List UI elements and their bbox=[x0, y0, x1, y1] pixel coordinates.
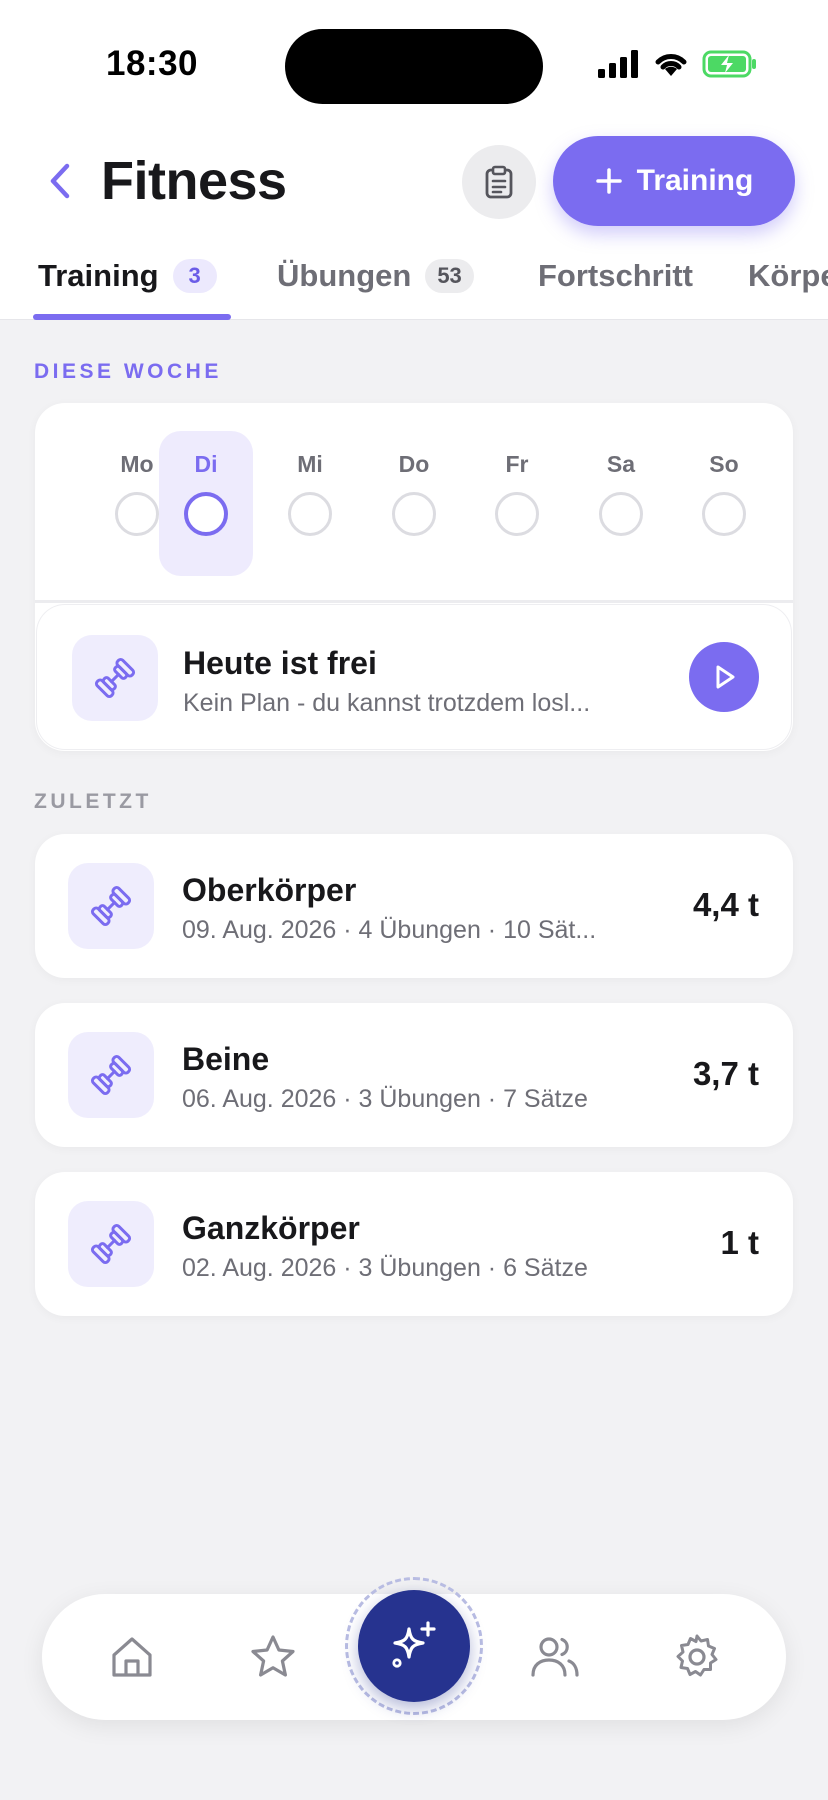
today-title: Heute ist frei bbox=[183, 645, 377, 681]
sparkles-icon bbox=[392, 1621, 436, 1668]
week-card: Mo Di Mi Do Fr Sa So Heute ist frei Kein… bbox=[35, 403, 793, 751]
nav-home[interactable] bbox=[102, 1627, 162, 1687]
day-status-circle bbox=[599, 492, 643, 536]
tab-fortschritt-label: Fortschritt bbox=[538, 258, 693, 293]
dumbbell-icon bbox=[90, 885, 132, 927]
day-label: Do bbox=[398, 451, 430, 477]
users-icon bbox=[531, 1637, 579, 1677]
day-so[interactable]: So bbox=[677, 431, 771, 576]
workout-volume: 4,4 t bbox=[692, 886, 759, 923]
recent-workout-item[interactable]: Oberkörper 09. Aug. 2026 · 4 Übungen · 1… bbox=[35, 834, 793, 978]
day-status-circle bbox=[288, 492, 332, 536]
tab-koerper[interactable]: Körpe bbox=[748, 258, 828, 294]
star-icon bbox=[251, 1635, 295, 1677]
add-training-button[interactable]: Training bbox=[553, 136, 795, 226]
recent-workout-item[interactable]: Beine 06. Aug. 2026 · 3 Übungen · 7 Sätz… bbox=[35, 1003, 793, 1147]
battery-charging-icon bbox=[702, 50, 756, 78]
tab-bar: Training 3 Übungen 53 Fortschritt Körpe bbox=[0, 250, 828, 320]
nav-people[interactable] bbox=[525, 1627, 585, 1687]
settings-icon bbox=[676, 1634, 718, 1677]
workout-subtitle: 09. Aug. 2026 · 4 Übungen · 10 Sät... bbox=[182, 916, 597, 944]
status-time: 18:30 bbox=[106, 44, 199, 83]
tab-training-label: Training bbox=[38, 258, 159, 293]
today-card[interactable]: Heute ist frei Kein Plan - du kannst tro… bbox=[37, 605, 791, 749]
workout-icon-box bbox=[68, 1032, 154, 1118]
chevron-left-icon bbox=[50, 163, 70, 199]
recent-workout-item[interactable]: Ganzkörper 02. Aug. 2026 · 3 Übungen · 6… bbox=[35, 1172, 793, 1316]
play-icon bbox=[716, 665, 735, 689]
dumbbell-icon bbox=[90, 1054, 132, 1096]
add-training-label: Training bbox=[636, 164, 754, 197]
day-status-circle bbox=[184, 492, 228, 536]
day-label: Mi bbox=[297, 451, 323, 477]
workout-title: Beine bbox=[182, 1041, 270, 1077]
day-status-circle bbox=[115, 492, 159, 536]
workout-title: Ganzkörper bbox=[182, 1210, 360, 1246]
workout-title: Oberkörper bbox=[182, 872, 357, 908]
plans-button[interactable] bbox=[462, 145, 536, 219]
workout-volume: 3,7 t bbox=[692, 1055, 759, 1092]
status-icons bbox=[598, 50, 758, 78]
tab-uebungen-label: Übungen bbox=[277, 258, 412, 293]
day-fr[interactable]: Fr bbox=[470, 431, 564, 576]
wifi-icon bbox=[655, 54, 687, 76]
day-label: Fr bbox=[505, 451, 529, 477]
day-status-circle bbox=[702, 492, 746, 536]
nav-settings[interactable] bbox=[667, 1627, 727, 1687]
day-di[interactable]: Di bbox=[159, 431, 253, 576]
day-label: Di bbox=[194, 451, 218, 477]
tab-uebungen-badge: 53 bbox=[425, 259, 474, 293]
clipboard-icon bbox=[485, 165, 513, 199]
tab-training[interactable]: Training 3 bbox=[38, 258, 217, 294]
workout-icon-box bbox=[68, 1201, 154, 1287]
tab-uebungen[interactable]: Übungen 53 bbox=[277, 258, 474, 294]
day-do[interactable]: Do bbox=[367, 431, 461, 576]
assistant-button[interactable] bbox=[358, 1590, 470, 1702]
active-tab-indicator bbox=[33, 314, 231, 320]
home-icon bbox=[112, 1637, 152, 1677]
week-days: Mo Di Mi Do Fr Sa So bbox=[35, 403, 793, 603]
signal-icon bbox=[598, 50, 638, 78]
section-label-week: DIESE WOCHE bbox=[34, 360, 222, 383]
plus-icon bbox=[595, 168, 622, 194]
dumbbell-icon bbox=[90, 1223, 132, 1265]
tab-koerper-label: Körpe bbox=[748, 258, 828, 293]
tab-fortschritt[interactable]: Fortschritt bbox=[538, 258, 693, 294]
section-label-recent: ZULETZT bbox=[34, 790, 152, 813]
dumbbell-icon bbox=[94, 657, 136, 699]
workout-subtitle: 02. Aug. 2026 · 3 Übungen · 6 Sätze bbox=[182, 1254, 588, 1282]
day-label: So bbox=[709, 451, 739, 477]
today-icon-box bbox=[72, 635, 158, 721]
day-mi[interactable]: Mi bbox=[263, 431, 357, 576]
day-label: Sa bbox=[606, 451, 636, 477]
day-status-circle bbox=[392, 492, 436, 536]
dynamic-island bbox=[285, 29, 543, 104]
today-subtitle: Kein Plan - du kannst trotzdem losl... bbox=[183, 689, 591, 717]
nav-favorites[interactable] bbox=[243, 1627, 303, 1687]
day-status-circle bbox=[495, 492, 539, 536]
workout-volume: 1 t bbox=[720, 1224, 759, 1261]
back-button[interactable] bbox=[40, 156, 80, 206]
workout-icon-box bbox=[68, 863, 154, 949]
page-title: Fitness bbox=[101, 151, 287, 211]
divider bbox=[35, 600, 793, 603]
start-workout-button[interactable] bbox=[689, 642, 759, 712]
tab-training-badge: 3 bbox=[172, 259, 217, 293]
workout-subtitle: 06. Aug. 2026 · 3 Übungen · 7 Sätze bbox=[182, 1085, 588, 1113]
day-sa[interactable]: Sa bbox=[574, 431, 668, 576]
